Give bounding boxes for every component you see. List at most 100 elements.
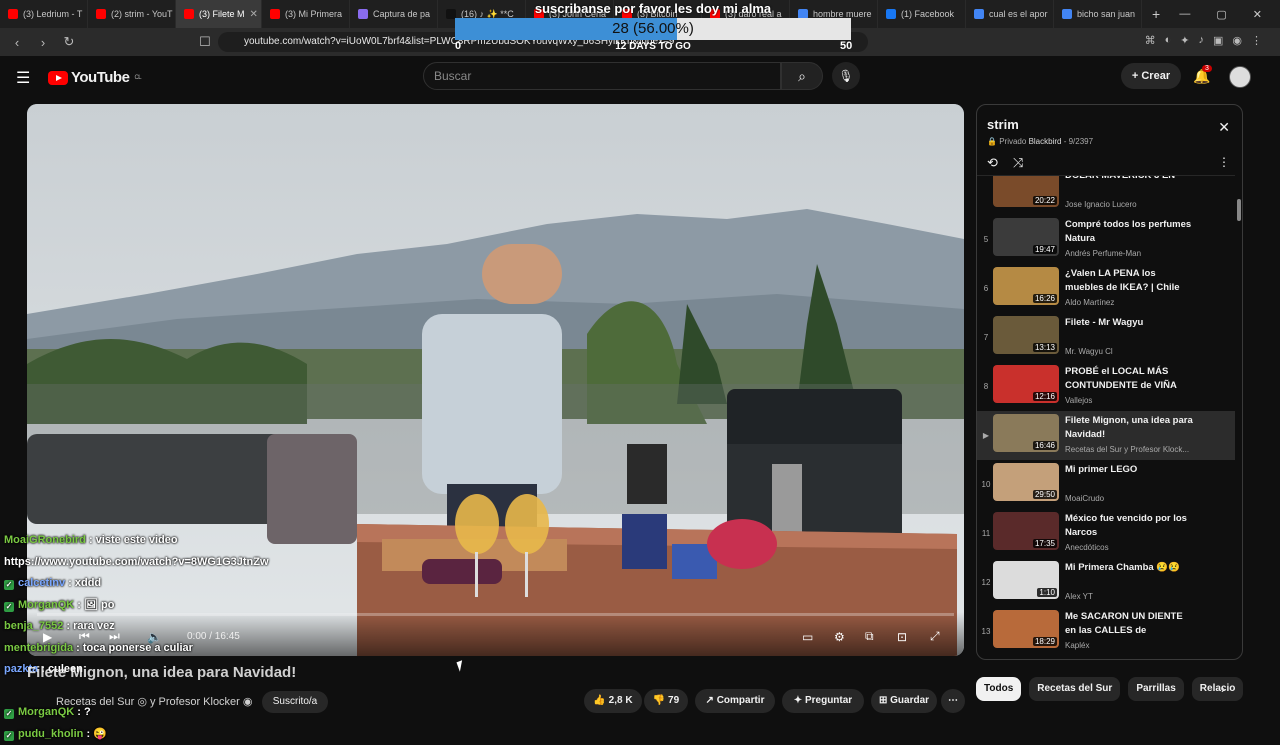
browser-tab[interactable]: (1) Facebook (878, 0, 966, 28)
profile-icon[interactable]: ◉ (1232, 34, 1242, 47)
playlist-item-index: 7 (980, 333, 992, 342)
captions-icon[interactable]: ▭ (802, 630, 813, 644)
notification-badge: 3 (1202, 65, 1212, 72)
music-icon[interactable]: ♪ (1198, 34, 1204, 47)
playlist-item[interactable]: 1318:29Me SACARON UN DIENTE en las CALLE… (977, 607, 1235, 656)
playlist-owner[interactable]: Blackbird (1029, 137, 1062, 146)
filter-chip[interactable]: Relacio (1192, 677, 1244, 701)
playlist-item-channel: Alex YT (1065, 592, 1205, 601)
video-thumbnail[interactable]: 29:50 (993, 463, 1059, 501)
playlist-item-channel: Mr. Wagyu Cl (1065, 347, 1205, 356)
like-button[interactable]: 👍 2,8 K (584, 689, 642, 713)
video-thumbnail[interactable]: 17:35 (993, 512, 1059, 550)
menu-hamburger-icon[interactable]: ☰ (16, 68, 30, 88)
playlist-item-title: DOLAR MAVERICK 3 EN (1065, 175, 1195, 183)
playlist-more-icon[interactable]: ⋮ (1218, 155, 1230, 169)
more-actions-button[interactable]: ⋯ (941, 689, 965, 713)
playlist-item-index: ▶ (980, 431, 992, 440)
playlist-panel: strim 🔒 Privado Blackbird - 9/2397 ✕ ⟲ ⤨… (976, 104, 1243, 660)
video-thumbnail[interactable]: 13:13 (993, 316, 1059, 354)
subscriber-badge-icon: ✓ (4, 731, 14, 741)
video-thumbnail[interactable]: 16:46 (993, 414, 1059, 452)
new-tab-icon[interactable]: + (1142, 6, 1170, 22)
avatar[interactable] (1229, 66, 1251, 88)
settings-gear-icon[interactable]: ⚙ (834, 630, 845, 644)
bookmark-icon[interactable]: ☐ (192, 34, 218, 50)
fullscreen-icon[interactable]: ⤢ (930, 629, 940, 644)
related-chips: Todos Recetas del Sur Parrillas Relacio (976, 677, 1243, 701)
close-window-icon[interactable]: ✕ (1253, 8, 1262, 21)
scrollbar-thumb[interactable] (1237, 199, 1241, 221)
chat-text: : 🖼 po (74, 599, 114, 611)
playlist-item[interactable]: 121:10Mi Primera Chamba 😢😢Alex YT (977, 558, 1235, 607)
back-icon[interactable]: ‹ (4, 35, 30, 50)
share-button[interactable]: ↗ Compartir (695, 689, 775, 713)
playlist-item[interactable]: 713:13Filete - Mr WagyuMr. Wagyu Cl (977, 313, 1235, 362)
close-tab-icon[interactable]: ✕ (250, 9, 258, 20)
playlist-item[interactable]: 616:26¿Valen LA PENA los muebles de IKEA… (977, 264, 1235, 313)
filter-chip[interactable]: Recetas del Sur (1029, 677, 1120, 701)
shuffle-icon[interactable]: ⤨ (1013, 155, 1023, 171)
goal-current: 28 (612, 20, 629, 37)
miniplayer-icon[interactable]: ⧉ (865, 629, 874, 644)
cast-icon[interactable]: ⊡ (897, 630, 907, 644)
video-thumbnail[interactable]: 20:22 (993, 175, 1059, 207)
chat-username: mentebrigida (4, 642, 73, 654)
playlist-item[interactable]: 1029:50Mi primer LEGOMoaiCrudo (977, 460, 1235, 509)
forward-icon[interactable]: › (30, 35, 56, 50)
playlist-item[interactable]: 519:47Compré todos los perfumes NaturaAn… (977, 215, 1235, 264)
puzzle-icon[interactable]: ✦ (1180, 34, 1189, 47)
duration-badge: 12:16 (1033, 392, 1057, 401)
playlist-item[interactable]: 20:22DOLAR MAVERICK 3 ENJose Ignacio Luc… (977, 175, 1235, 215)
playlist-item-channel: MoaiCrudo (1065, 494, 1205, 503)
close-icon[interactable]: ✕ (1218, 119, 1230, 136)
video-thumbnail[interactable]: 12:16 (993, 365, 1059, 403)
ask-button[interactable]: ✦ Preguntar (782, 689, 864, 713)
browser-tab[interactable]: bicho san juan (1054, 0, 1142, 28)
subscribed-button[interactable]: Suscrito/a (262, 691, 328, 713)
video-thumbnail[interactable]: 18:29 (993, 610, 1059, 648)
playlist-item-title: Me SACARON UN DIENTE en las CALLES de PA… (1065, 610, 1195, 638)
video-thumbnail[interactable]: 19:47 (993, 218, 1059, 256)
translate-icon[interactable]: ⌘ (1145, 34, 1156, 47)
youtube-logo[interactable]: YouTube CL (48, 69, 141, 86)
filter-chip[interactable]: Parrillas (1128, 677, 1183, 701)
video-thumbnail[interactable] (993, 659, 1059, 660)
video-thumbnail[interactable]: 16:26 (993, 267, 1059, 305)
playlist-scrollbar[interactable] (1236, 179, 1242, 649)
extension-icon[interactable]: ◐ (1165, 34, 1172, 47)
playlist-item[interactable]: 812:16PROBÉ el LOCAL MÁS CONTUNDENTE de … (977, 362, 1235, 411)
browser-tab[interactable]: Captura de pa (350, 0, 438, 28)
chat-text: : viste este video (86, 534, 178, 546)
dislike-button[interactable]: 👎 79 (644, 689, 688, 713)
sidebar-icon[interactable]: ▣ (1213, 34, 1223, 47)
reload-icon[interactable]: ↻ (56, 34, 82, 50)
subscriber-badge-icon: ✓ (4, 709, 14, 719)
video-thumbnail[interactable]: 1:10 (993, 561, 1059, 599)
browser-tab[interactable]: (3) Ledrium - T (0, 0, 88, 28)
save-button[interactable]: ⊞ Guardar (871, 689, 937, 713)
loop-icon[interactable]: ⟲ (987, 155, 998, 171)
menu-icon[interactable]: ⋮ (1251, 34, 1262, 47)
playlist-title[interactable]: strim (987, 117, 1019, 132)
search-input[interactable]: Buscar (423, 62, 781, 90)
playlist-item[interactable]: ▶16:46Filete Mignon, una idea para Navid… (977, 411, 1235, 460)
channel-name[interactable]: Recetas del Sur ◎ y Profesor Klocker ◉ (56, 695, 253, 708)
minimize-icon[interactable]: — (1179, 8, 1190, 21)
browser-tab[interactable]: (2) strim - YouT (88, 0, 176, 28)
chevron-right-icon[interactable]: › (1221, 682, 1225, 696)
browser-tab[interactable]: (3) Filete M✕ (176, 0, 262, 28)
playlist-item-channel: Andrés Perfume-Man (1065, 249, 1205, 258)
browser-tab[interactable]: cual es el apor (966, 0, 1054, 28)
maximize-icon[interactable]: ▢ (1216, 8, 1226, 21)
playlist-items: 20:22DOLAR MAVERICK 3 ENJose Ignacio Luc… (977, 175, 1235, 660)
mic-button[interactable]: 🎙 (832, 62, 860, 90)
tab-label: (1) Facebook (901, 9, 954, 19)
create-button[interactable]: + Crear (1121, 63, 1181, 89)
playlist-item[interactable]: 1117:35México fue vencido por los Narcos… (977, 509, 1235, 558)
search-button[interactable]: ⌕ (781, 62, 823, 90)
filter-chip[interactable]: Todos (976, 677, 1021, 701)
browser-tab[interactable]: (3) Mi Primera (262, 0, 350, 28)
playlist-item[interactable]: 14Este País Cambió Mi VidaIbai (977, 656, 1235, 660)
playlist-item-index: 5 (980, 235, 992, 244)
